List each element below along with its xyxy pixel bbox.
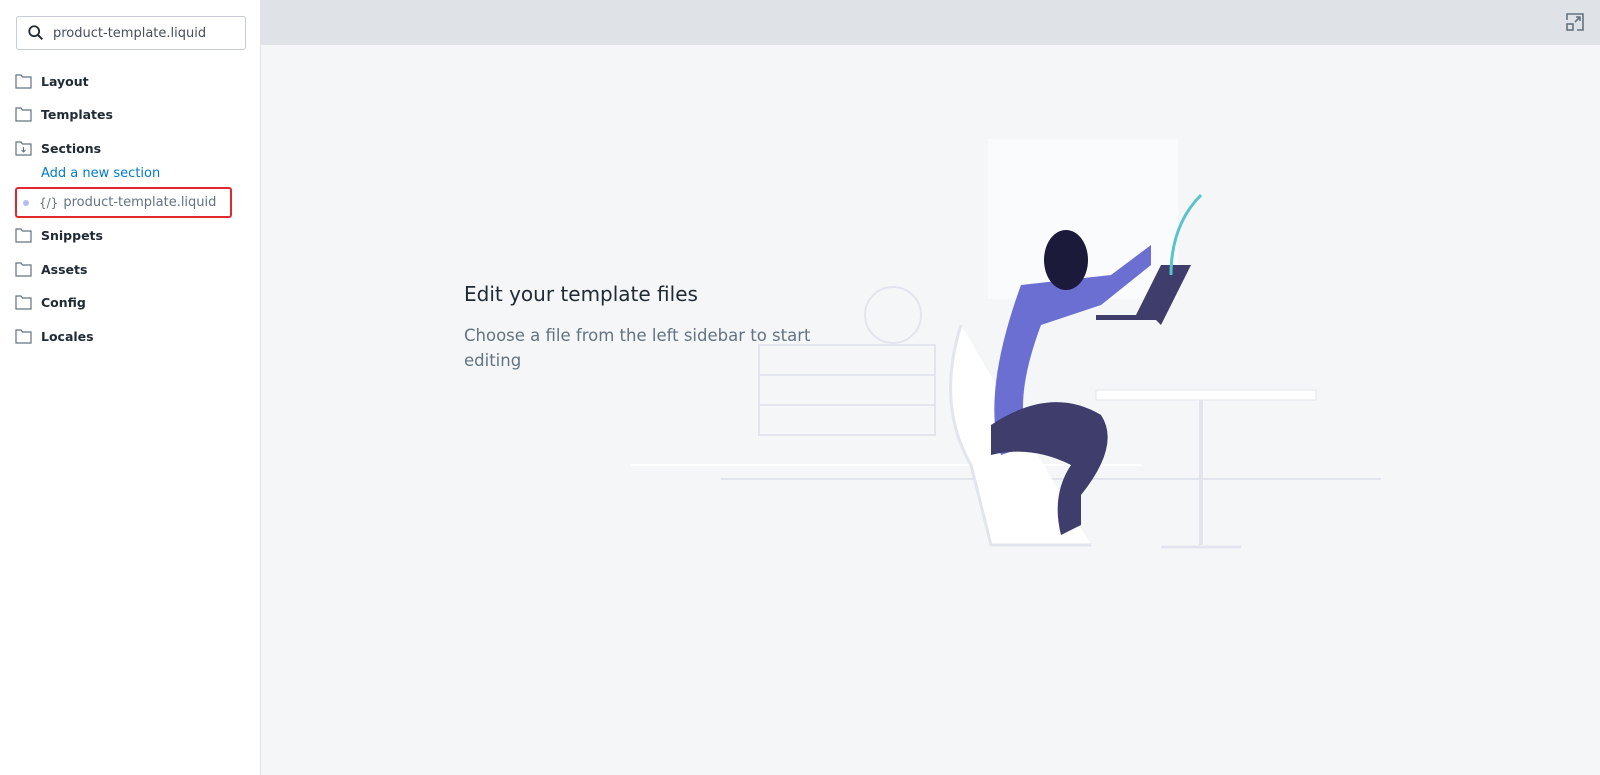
- folder-label: Templates: [41, 106, 113, 122]
- folder-label: Snippets: [41, 227, 103, 243]
- code-icon: {/}: [39, 195, 59, 210]
- folder-config[interactable]: Config: [15, 292, 86, 312]
- folder-icon: [15, 227, 32, 243]
- person-at-desk-illustration: [631, 139, 1381, 549]
- folder-icon: [15, 73, 32, 89]
- folder-sections[interactable]: Sections: [15, 138, 101, 158]
- expand-icon[interactable]: [1565, 12, 1585, 32]
- folder-snippets[interactable]: Snippets: [15, 225, 103, 245]
- folder-label: Locales: [41, 328, 94, 344]
- top-bar: [261, 0, 1600, 45]
- unsaved-dot: [23, 199, 29, 206]
- folder-icon: [15, 294, 32, 310]
- sidebar: Layout Templates Sections Add a new sect…: [0, 0, 261, 775]
- folder-open-icon: [15, 140, 32, 156]
- folder-label: Layout: [41, 73, 89, 89]
- search-icon: [28, 25, 44, 41]
- folder-layout[interactable]: Layout: [15, 71, 89, 91]
- file-product-template[interactable]: {/} product-template.liquid: [15, 187, 232, 218]
- folder-label: Assets: [41, 261, 88, 277]
- file-name: product-template.liquid: [63, 195, 217, 210]
- search-input[interactable]: [53, 25, 233, 41]
- search-field[interactable]: [16, 16, 246, 50]
- folder-templates[interactable]: Templates: [15, 104, 113, 124]
- main-panel: Edit your template files Choose a file f…: [261, 45, 1600, 775]
- folder-icon: [15, 261, 32, 277]
- add-section-link[interactable]: Add a new section: [41, 166, 160, 181]
- folder-locales[interactable]: Locales: [15, 326, 94, 346]
- folder-label: Sections: [41, 140, 102, 156]
- folder-assets[interactable]: Assets: [15, 259, 87, 279]
- folder-label: Config: [41, 294, 86, 310]
- folder-icon: [15, 328, 32, 344]
- folder-icon: [15, 106, 32, 122]
